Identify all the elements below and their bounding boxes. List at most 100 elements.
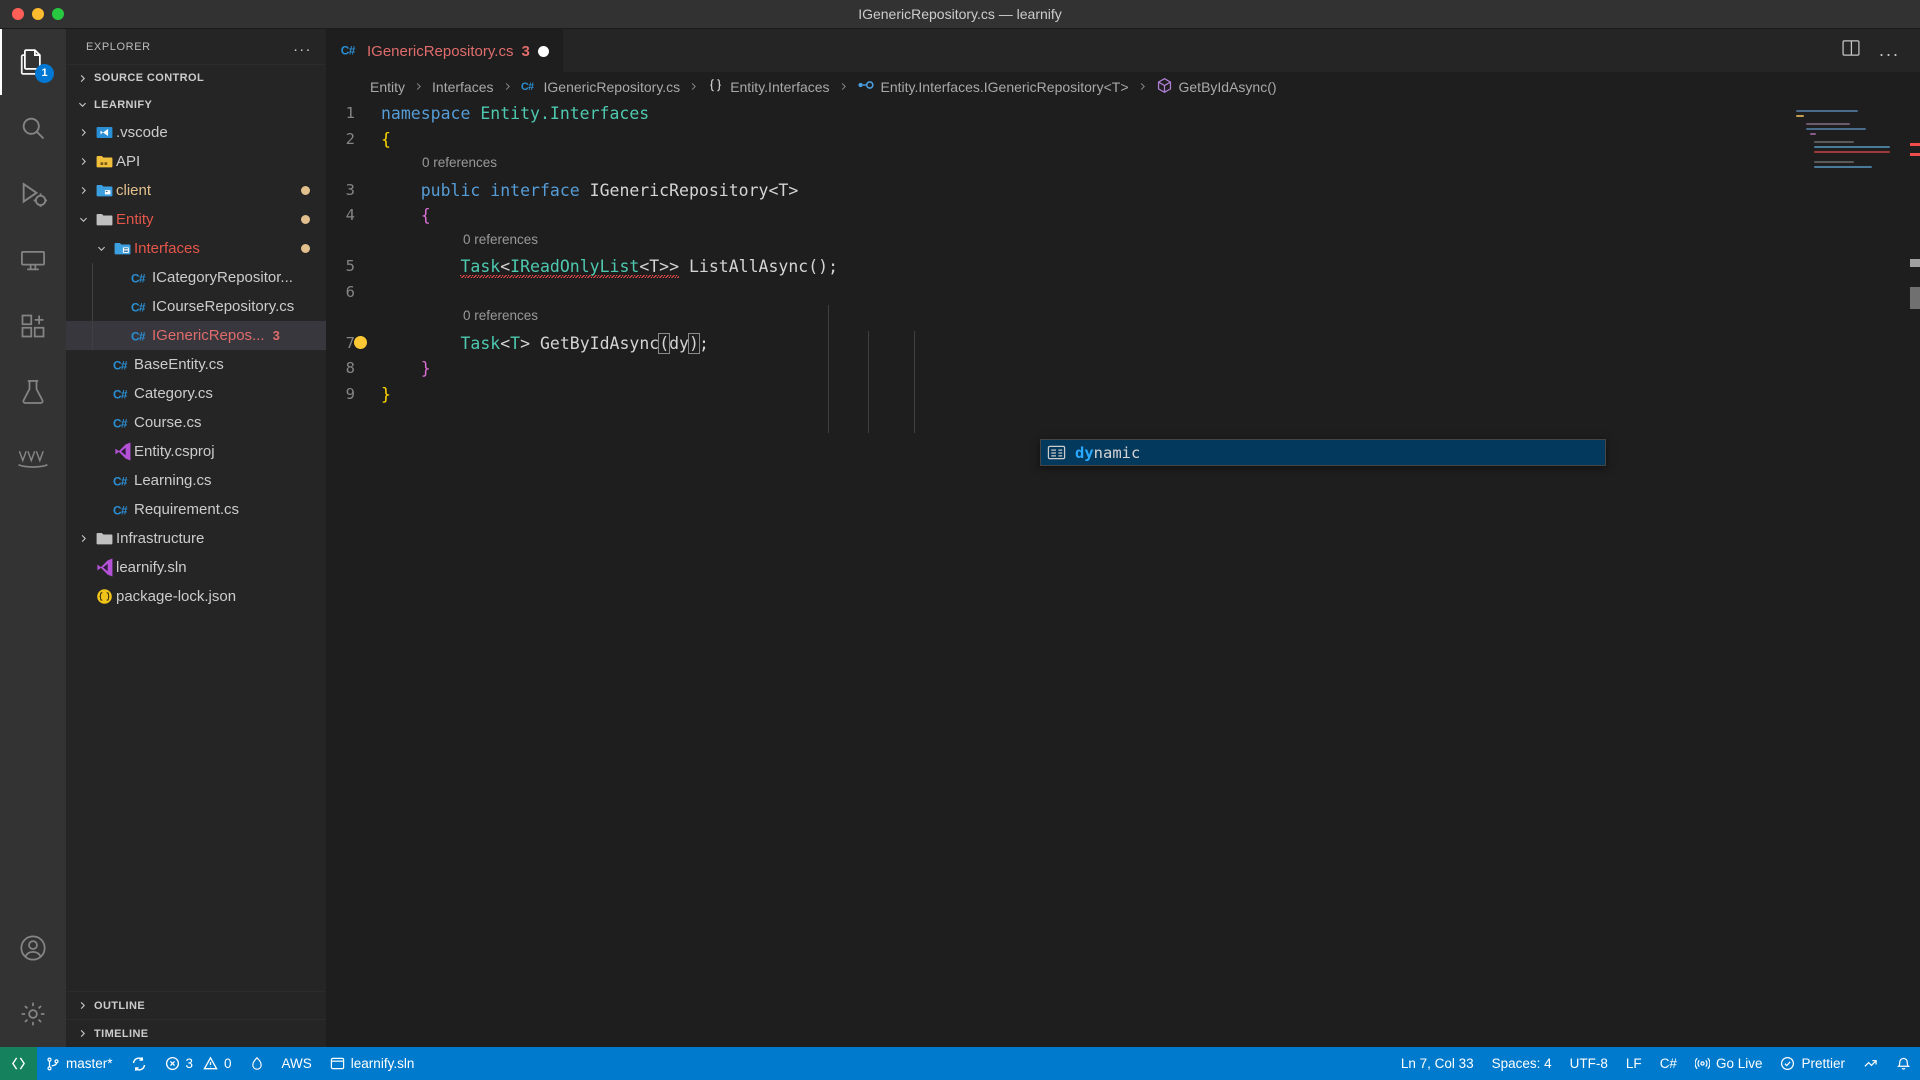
activity-bar-item-search[interactable]: [0, 95, 66, 161]
code-lens-label[interactable]: 0 references: [422, 150, 497, 178]
bell-icon: [1896, 1056, 1911, 1071]
status-go-live[interactable]: Go Live: [1686, 1047, 1772, 1080]
suggest-widget[interactable]: dynamic: [1040, 439, 1606, 466]
split-editor-icon[interactable]: [1841, 38, 1861, 63]
status-eol[interactable]: LF: [1617, 1047, 1651, 1080]
code-line-text: {: [381, 129, 391, 149]
activity-bar-item-extensions[interactable]: [0, 293, 66, 359]
tree-item-entity-csproj[interactable]: Entity.csproj: [66, 437, 326, 466]
chevron-right-icon: [74, 127, 92, 138]
editor-more-actions-button[interactable]: ...: [1879, 40, 1900, 61]
code-line[interactable]: 8 }: [326, 356, 1920, 382]
code-line[interactable]: 3 public interface IGenericRepository<T>: [326, 178, 1920, 204]
status-aws-profile[interactable]: AWS: [273, 1047, 321, 1080]
activity-bar-item-run-and-debug[interactable]: [0, 161, 66, 227]
tree-item-client[interactable]: client: [66, 176, 326, 205]
tree-item-requirement-cs[interactable]: C # Requirement.cs: [66, 495, 326, 524]
code-lens[interactable]: 0 references: [326, 229, 1920, 255]
code-line-text: }: [381, 384, 391, 404]
tree-item-icourserepository-cs[interactable]: C # ICourseRepository.cs: [66, 292, 326, 321]
status-sync-changes[interactable]: [122, 1047, 156, 1080]
tree-item-package-lock-json[interactable]: package-lock.json: [66, 582, 326, 611]
quick-fix-lightbulb-icon[interactable]: [350, 331, 370, 357]
line-number: 1: [345, 104, 355, 122]
sidebar-actions-button[interactable]: ...: [293, 38, 312, 55]
breadcrumb-item-label: Entity.Interfaces.IGenericRepository<T>: [880, 78, 1129, 95]
code-lens[interactable]: 0 references: [326, 305, 1920, 331]
activity-bar-item-aws-toolkit[interactable]: [0, 425, 66, 491]
file-tree[interactable]: .vscode API client Entity Interfaces C # ICateg…: [66, 118, 326, 991]
code-line[interactable]: 1 namespace Entity.Interfaces: [326, 101, 1920, 127]
activity-bar-item-accounts[interactable]: [0, 915, 66, 981]
suggest-item-dynamic[interactable]: dynamic: [1041, 440, 1605, 465]
code-content[interactable]: 1 namespace Entity.Interfaces 2{0 referenc…: [326, 101, 1920, 1047]
code-lens-label[interactable]: 0 references: [463, 303, 538, 331]
minimize-window-button[interactable]: [32, 8, 44, 20]
breadcrumb-item-igenericrepository-cs[interactable]: C # IGenericRepository.cs: [519, 77, 683, 97]
status-remote-host[interactable]: [0, 1047, 37, 1080]
code-line[interactable]: 2{: [326, 127, 1920, 153]
status-source-control-branch[interactable]: master*: [37, 1047, 122, 1080]
tree-item-learnify-sln[interactable]: learnify.sln: [66, 553, 326, 582]
activity-bar-item-test-explorer[interactable]: [0, 359, 66, 425]
activity-bar-item-remote-explorer[interactable]: [0, 227, 66, 293]
tree-item-icategoryrepositor[interactable]: C # ICategoryRepositor...: [66, 263, 326, 292]
breadcrumb-separator-icon: [682, 81, 705, 92]
chevron-down-icon: [92, 243, 110, 254]
title-bar: IGenericRepository.cs — learnify: [0, 0, 1920, 29]
sidebar-section-timeline[interactable]: TIMELINE: [66, 1019, 326, 1047]
status-remote-status[interactable]: [1854, 1047, 1887, 1080]
tree-item-interfaces[interactable]: Interfaces: [66, 234, 326, 263]
code-lens-label[interactable]: 0 references: [463, 227, 538, 255]
sidebar-section-label: TIMELINE: [94, 1027, 149, 1040]
status-editor-position[interactable]: Ln 7, Col 33: [1392, 1047, 1483, 1080]
code-line[interactable]: 6: [326, 280, 1920, 306]
status-solution[interactable]: learnify.sln: [321, 1047, 424, 1080]
editor-tab-actions: ...: [1841, 29, 1920, 72]
status-language-mode[interactable]: C#: [1651, 1047, 1686, 1080]
editor-tab-dirty-indicator[interactable]: [537, 45, 549, 57]
status-problems[interactable]: 3 0: [156, 1047, 241, 1080]
breadcrumb[interactable]: Entity Interfaces C # IGenericRepository.cs E…: [326, 72, 1920, 101]
window-controls[interactable]: [0, 8, 64, 20]
activity-bar-item-explorer[interactable]: 1: [0, 29, 66, 95]
code-line[interactable]: 4 {: [326, 203, 1920, 229]
sidebar-section-source-control[interactable]: SOURCE CONTROL: [66, 64, 326, 91]
close-window-button[interactable]: [12, 8, 24, 20]
sidebar-section-outline[interactable]: OUTLINE: [66, 991, 326, 1019]
csharp-icon: C #: [128, 268, 152, 287]
tree-item-label: Entity.csproj: [134, 443, 215, 460]
csharp-icon: C #: [110, 384, 134, 403]
breadcrumb-item-interfaces[interactable]: Interfaces: [430, 79, 495, 95]
status-encoding[interactable]: UTF-8: [1561, 1047, 1617, 1080]
tree-item-infrastructure[interactable]: Infrastructure: [66, 524, 326, 553]
tree-item-entity[interactable]: Entity: [66, 205, 326, 234]
aws-icon: [16, 447, 50, 469]
tree-item-api[interactable]: API: [66, 147, 326, 176]
breadcrumb-item-getbyidasync[interactable]: GetByIdAsync(): [1154, 77, 1279, 97]
status-notifications[interactable]: [1887, 1047, 1920, 1080]
tree-item-course-cs[interactable]: C # Course.cs: [66, 408, 326, 437]
status-radon[interactable]: [241, 1047, 273, 1080]
activity-bar-item-manage-settings[interactable]: [0, 981, 66, 1047]
tree-item-igenericrepos[interactable]: C # IGenericRepos... 3: [66, 321, 326, 350]
zoom-window-button[interactable]: [52, 8, 64, 20]
code-line[interactable]: 7 Task<T> GetByIdAsync(dy);: [326, 331, 1920, 357]
tree-item-vscode[interactable]: .vscode: [66, 118, 326, 147]
overview-ruler[interactable]: [1910, 101, 1920, 1047]
status-prettier[interactable]: Prettier: [1771, 1047, 1854, 1080]
code-editor[interactable]: 1 namespace Entity.Interfaces 2{0 referenc…: [326, 101, 1920, 1047]
breadcrumb-item-entity-interfaces-igenericrepository-t[interactable]: Entity.Interfaces.IGenericRepository<T>: [855, 77, 1131, 96]
editor-tab-igenericrepository[interactable]: C # IGenericRepository.cs 3: [326, 29, 564, 72]
code-line[interactable]: 5 Task<IReadOnlyList<T>> ListAllAsync();: [326, 254, 1920, 280]
tree-item-learning-cs[interactable]: C # Learning.cs: [66, 466, 326, 495]
tree-item-baseentity-cs[interactable]: C # BaseEntity.cs: [66, 350, 326, 379]
sidebar-section-learnify[interactable]: LEARNIFY: [66, 91, 326, 118]
tree-item-category-cs[interactable]: C # Category.cs: [66, 379, 326, 408]
status-indentation[interactable]: Spaces: 4: [1483, 1047, 1561, 1080]
code-line[interactable]: 9}: [326, 382, 1920, 408]
breadcrumb-item-entity-interfaces[interactable]: Entity.Interfaces: [705, 77, 831, 97]
code-lens[interactable]: 0 references: [326, 152, 1920, 178]
suggest-item-label: dynamic: [1075, 443, 1141, 462]
breadcrumb-item-entity[interactable]: Entity: [368, 79, 407, 95]
